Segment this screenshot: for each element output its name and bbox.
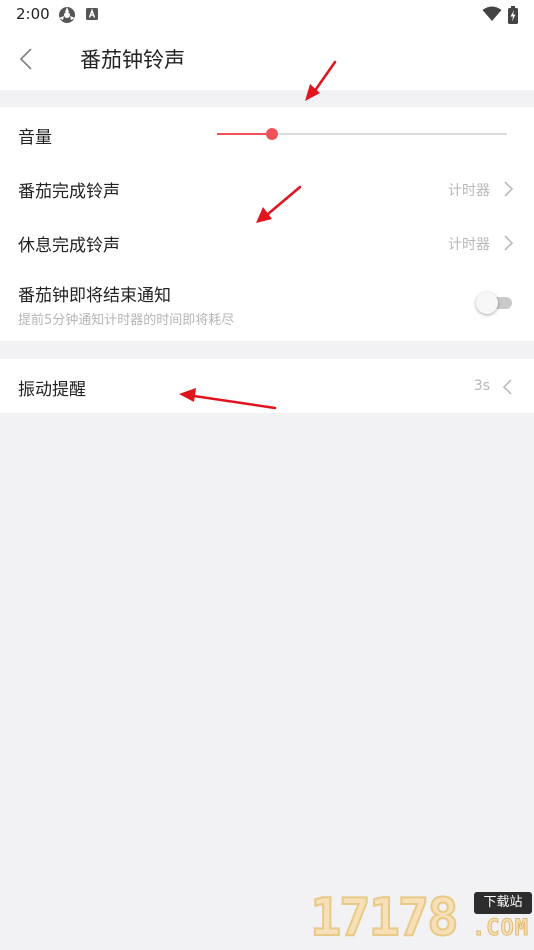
page-title: 番茄钟铃声 [80,48,185,72]
watermark-digits: 17178 [309,887,460,949]
back-button[interactable] [14,44,42,74]
chevron-left-icon [502,379,512,395]
break-ringtone-row[interactable]: 休息完成铃声 计时器 [0,215,534,269]
volume-slider-thumb[interactable] [266,128,278,140]
toggle-knob [476,292,498,314]
vibration-label: 振动提醒 [18,380,86,400]
status-bar: 2:00 [0,0,534,28]
watermark-suffix: .COM [472,916,529,942]
pomodoro-ringtone-label: 番茄完成铃声 [18,182,120,202]
break-ringtone-label: 休息完成铃声 [18,236,120,256]
volume-slider-fill [217,133,272,135]
app-badge-icon [86,8,98,20]
settings-wheel-icon [59,7,75,23]
volume-slider[interactable] [217,125,507,143]
battery-charging-icon [508,6,518,24]
watermark-badge: 下载站 [474,892,532,914]
ending-notice-description: 提前5分钟通知计时器的时间即将耗尽 [18,313,235,328]
wifi-icon [482,6,502,21]
vibration-row[interactable]: 振动提醒 3s [0,359,534,413]
volume-row: 音量 [0,107,534,161]
break-ringtone-value: 计时器 [448,237,490,253]
status-time: 2:00 [16,5,50,23]
chevron-left-icon [19,48,32,70]
chevron-right-icon [504,235,514,251]
ringtone-settings-group: 音量 番茄完成铃声 计时器 休息完成铃声 计时器 番茄钟即将结束通知 提前5分钟… [0,107,534,341]
volume-label: 音量 [18,128,52,148]
chevron-right-icon [504,181,514,197]
ending-notice-label: 番茄钟即将结束通知 [18,286,171,306]
pomodoro-ringtone-value: 计时器 [448,183,490,199]
ending-notice-toggle[interactable] [476,289,514,315]
ending-notice-row: 番茄钟即将结束通知 提前5分钟通知计时器的时间即将耗尽 [0,269,534,341]
vibration-settings-group: 振动提醒 3s [0,359,534,413]
vibration-value: 3s [473,378,490,394]
app-header: 番茄钟铃声 [0,28,534,90]
watermark-logo: 17178 下载站 .COM [309,887,532,949]
pomodoro-ringtone-row[interactable]: 番茄完成铃声 计时器 [0,161,534,215]
